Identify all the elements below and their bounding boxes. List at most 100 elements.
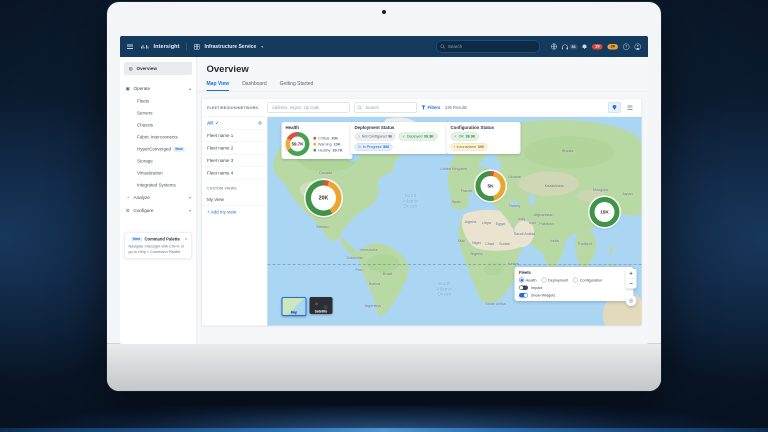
fleet-item[interactable]: Fleet name 2 bbox=[202, 142, 267, 155]
monitor: Intersight Infrastructure Service ▾ Sear… bbox=[107, 2, 661, 391]
sidebar-item-fabric-interconnects[interactable]: Fabric Interconnects bbox=[120, 131, 196, 143]
sidebar-item-overview[interactable]: ◎ Overview bbox=[124, 62, 192, 75]
map-label: South Africa bbox=[485, 302, 505, 307]
sidebar-item-virtualization[interactable]: Virtualization bbox=[120, 167, 196, 179]
satellite-style-button[interactable]: Satellite bbox=[310, 297, 333, 314]
menu-icon[interactable] bbox=[127, 44, 133, 49]
map-label: Ukraine bbox=[508, 175, 521, 180]
pill-not-configured[interactable]: ○Not Configured96 bbox=[355, 133, 396, 141]
cluster-marker-americas[interactable]: 20K bbox=[306, 180, 342, 216]
help-icon[interactable]: ? bbox=[623, 43, 630, 50]
global-search[interactable]: Search bbox=[436, 41, 540, 53]
check-icon: ✓ bbox=[215, 120, 219, 126]
map-label: Colombia bbox=[346, 256, 362, 261]
health-widget: Health 59.7K Critical10K Warning10K bbox=[282, 122, 353, 159]
service-switcher[interactable]: Infrastructure Service bbox=[205, 44, 257, 50]
bell-icon[interactable] bbox=[583, 44, 588, 49]
sidebar-item-chassis[interactable]: Chassis bbox=[120, 119, 196, 131]
sidebar-section-operate[interactable]: ▣ Operate ▴ bbox=[120, 82, 196, 95]
pill-deployed[interactable]: ✓Deployed39.3K bbox=[399, 133, 438, 141]
group-by-label[interactable]: FLEET/REGION/NETWORK bbox=[207, 105, 263, 110]
widget-title: Deployment Status bbox=[355, 125, 445, 130]
support-menu[interactable]: 36 bbox=[562, 44, 578, 50]
pill-in-progress[interactable]: ↻In Progress300 bbox=[355, 143, 393, 151]
basemap-switcher: Map Satellite bbox=[282, 297, 333, 316]
globe-icon[interactable] bbox=[551, 44, 557, 50]
tab-getting-started[interactable]: Getting Started bbox=[280, 81, 314, 91]
fleet-item-all[interactable]: All ✓ ⚙ bbox=[202, 117, 267, 130]
sidebar-item-storage[interactable]: Storage bbox=[120, 155, 196, 167]
fleet-item[interactable]: Fleet name 3 bbox=[202, 155, 267, 168]
sidebar-section-analyze[interactable]: ◔ Analyze ▾ bbox=[120, 191, 196, 204]
fleet-search-input[interactable] bbox=[365, 105, 414, 111]
warning-alarms-badge[interactable]: 30 bbox=[608, 44, 618, 50]
legend-warning: Warning10K bbox=[314, 142, 343, 147]
brand-name[interactable]: Intersight bbox=[153, 44, 179, 50]
sidebar-label: Overview bbox=[137, 66, 157, 71]
pill-ok[interactable]: ✓OK39.3K bbox=[451, 133, 479, 141]
zoom-in-button[interactable]: + bbox=[626, 269, 637, 279]
map-label: Chad bbox=[485, 242, 494, 247]
add-view-button[interactable]: + Add my view bbox=[202, 206, 267, 218]
tab-bar: Map View Dashboard Getting Started bbox=[197, 75, 649, 92]
analyze-icon: ◔ bbox=[125, 195, 131, 200]
radio-health[interactable]: Health bbox=[519, 278, 536, 283]
table-view-button[interactable] bbox=[624, 102, 637, 113]
fleet-item[interactable]: Fleet name 4 bbox=[202, 167, 267, 180]
headset-icon bbox=[562, 45, 568, 49]
close-icon[interactable]: × bbox=[185, 237, 188, 242]
filters-button[interactable]: Filters bbox=[422, 105, 441, 110]
sidebar-label: Configure bbox=[134, 208, 154, 213]
sidebar-section-configure[interactable]: ⚙ Configure ▾ bbox=[120, 204, 196, 217]
chevron-down-icon[interactable]: ▾ bbox=[261, 44, 263, 49]
radio-configuration[interactable]: Configuration bbox=[573, 278, 602, 283]
intersight-app: Intersight Infrastructure Service ▾ Sear… bbox=[120, 36, 648, 344]
health-legend: Critical10K Warning10K Healthy39.7K bbox=[314, 136, 343, 153]
sidebar-item-hyperconverged[interactable]: HyperConverged New bbox=[120, 143, 196, 155]
fleet-label: Fleet name 3 bbox=[207, 158, 233, 163]
chevron-down-icon: ▾ bbox=[189, 195, 191, 200]
metric-radio-group: Health Deployment Configuration bbox=[519, 278, 629, 283]
impact-toggle-row: Impact bbox=[519, 286, 629, 291]
sidebar-label: Virtualization bbox=[137, 171, 163, 176]
gear-icon[interactable]: ⚙ bbox=[258, 120, 262, 126]
sidebar-item-servers[interactable]: Servers bbox=[120, 107, 196, 119]
zoom-out-button[interactable]: − bbox=[626, 279, 637, 289]
health-donut[interactable]: 59.7K bbox=[286, 132, 310, 156]
impact-toggle[interactable] bbox=[519, 286, 528, 291]
fleet-item[interactable]: Fleet name 1 bbox=[202, 130, 267, 143]
my-view-item[interactable]: My View bbox=[202, 194, 267, 207]
sidebar-label: HyperConverged bbox=[137, 147, 171, 152]
thumb-label: Map bbox=[283, 311, 306, 315]
map-style-button[interactable]: Map bbox=[282, 297, 307, 316]
search-icon bbox=[358, 105, 363, 110]
cisco-logo-icon[interactable] bbox=[141, 45, 148, 49]
map-view-card: FLEET/REGION/NETWORK Filters bbox=[202, 98, 643, 326]
marker-value: 15K bbox=[595, 202, 615, 222]
world-map[interactable]: GreenlandCanadaMexicoVenezuelaColombiaPe… bbox=[268, 117, 642, 326]
sidebar-label: Fleets bbox=[137, 99, 149, 104]
address-input[interactable] bbox=[271, 105, 346, 111]
sidebar-item-integrated-systems[interactable]: Integrated Systems bbox=[120, 179, 196, 191]
tab-dashboard[interactable]: Dashboard bbox=[242, 81, 266, 91]
map-options-panel: Fleets Health Deployment Configuration I… bbox=[515, 267, 634, 301]
show-widgets-toggle[interactable] bbox=[519, 293, 528, 298]
cluster-marker-asia[interactable]: 15K bbox=[590, 197, 620, 227]
map-settings-button[interactable]: ◎ bbox=[626, 295, 637, 306]
map-view-button[interactable] bbox=[608, 102, 621, 113]
map-label: Canada bbox=[319, 171, 332, 176]
cluster-marker-europe[interactable]: 5K bbox=[476, 171, 506, 201]
critical-alarms-badge[interactable]: 19 bbox=[592, 44, 602, 50]
tab-map-view[interactable]: Map View bbox=[207, 81, 230, 91]
map-label: Pakistan bbox=[539, 222, 554, 227]
filter-icon bbox=[422, 106, 426, 110]
radio-deployment[interactable]: Deployment bbox=[541, 278, 568, 283]
thumb-label: Satellite bbox=[310, 310, 333, 314]
fleet-list-panel: All ✓ ⚙ Fleet name 1 Fleet name 2 Fleet … bbox=[202, 117, 268, 326]
user-avatar[interactable] bbox=[635, 43, 642, 50]
pill-inconsistent[interactable]: !Inconsistent300 bbox=[451, 143, 488, 151]
map-pin-icon bbox=[613, 105, 617, 110]
sidebar-item-fleets[interactable]: Fleets bbox=[120, 95, 196, 107]
results-count: 436 Results bbox=[445, 105, 467, 110]
command-palette-card: New Command Palette × Navigate Intersigh… bbox=[124, 232, 192, 259]
